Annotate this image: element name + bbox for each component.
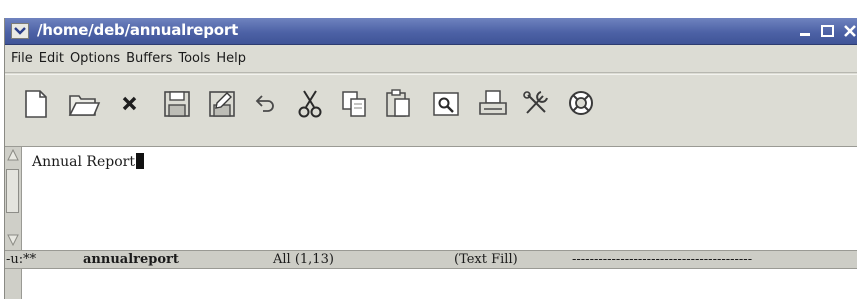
emacs-window: /home/deb/annualreport File Edit Options…	[4, 18, 857, 299]
minibuffer[interactable]	[5, 269, 857, 299]
kill-buffer-button[interactable]	[113, 87, 147, 121]
help-button[interactable]	[564, 87, 598, 121]
menu-tools[interactable]: Tools	[178, 51, 210, 66]
open-folder-icon	[68, 95, 101, 116]
modeline-position: All (1,13)	[273, 252, 334, 267]
save-button[interactable]	[160, 87, 194, 121]
save-icon	[164, 91, 190, 117]
menu-help[interactable]: Help	[216, 51, 246, 66]
editor-buffer[interactable]: Annual Report	[5, 146, 857, 251]
close-x-icon	[122, 96, 137, 111]
modeline-mode[interactable]: (Text Fill)	[454, 251, 518, 268]
close-icon	[844, 25, 856, 37]
buffer-text-line[interactable]: Annual Report	[32, 153, 144, 170]
scroll-down-arrow-icon[interactable]	[7, 234, 19, 246]
maximize-icon	[821, 25, 834, 37]
paste-button[interactable]	[381, 87, 415, 121]
undo-button[interactable]	[249, 87, 283, 121]
scroll-up-arrow-icon[interactable]	[7, 149, 19, 161]
paste-icon	[386, 89, 410, 117]
cut-button[interactable]	[293, 87, 327, 121]
chevron-down-icon	[14, 27, 26, 35]
modeline-fill: ----------------------------------------…	[572, 252, 753, 267]
search-button[interactable]	[429, 87, 463, 121]
close-window-button[interactable]	[842, 23, 857, 39]
window-controls	[798, 21, 857, 41]
buffer-content: Annual Report	[32, 154, 135, 170]
search-icon	[433, 92, 459, 116]
save-as-button[interactable]	[205, 87, 239, 121]
help-lifebuoy-icon	[569, 91, 593, 115]
window-menu-button[interactable]	[11, 23, 29, 39]
minimize-button[interactable]	[798, 23, 814, 39]
window-title: /home/deb/annualreport	[37, 21, 239, 39]
modeline-buffer-name[interactable]: annualreport	[83, 251, 179, 268]
text-cursor	[135, 153, 144, 169]
print-button[interactable]	[476, 87, 510, 121]
scrollbar-thumb[interactable]	[6, 169, 19, 213]
print-icon	[479, 90, 507, 115]
mode-line: -u:** annualreport All (1,13) (Text Fill…	[5, 250, 857, 269]
menu-edit[interactable]: Edit	[39, 51, 64, 66]
undo-icon	[255, 95, 274, 112]
save-as-icon	[209, 91, 235, 117]
minimize-icon	[800, 33, 810, 36]
menu-options[interactable]: Options	[70, 51, 120, 66]
maximize-button[interactable]	[820, 23, 836, 39]
tools-button[interactable]	[519, 87, 553, 121]
vertical-scrollbar[interactable]	[5, 147, 22, 251]
modeline-status: -u:**	[6, 252, 37, 267]
menu-file[interactable]: File	[11, 51, 33, 66]
new-file-icon	[25, 90, 47, 118]
menu-bar: File Edit Options Buffers Tools Help	[5, 45, 857, 73]
open-file-button[interactable]	[67, 87, 101, 121]
copy-icon	[342, 91, 366, 117]
menu-buffers[interactable]: Buffers	[126, 51, 172, 66]
cut-icon	[298, 90, 322, 118]
tools-icon	[523, 91, 548, 114]
copy-button[interactable]	[337, 87, 371, 121]
new-file-button[interactable]	[19, 87, 53, 121]
minibuffer-scrollbar	[5, 269, 22, 299]
title-bar[interactable]: /home/deb/annualreport	[5, 18, 857, 45]
